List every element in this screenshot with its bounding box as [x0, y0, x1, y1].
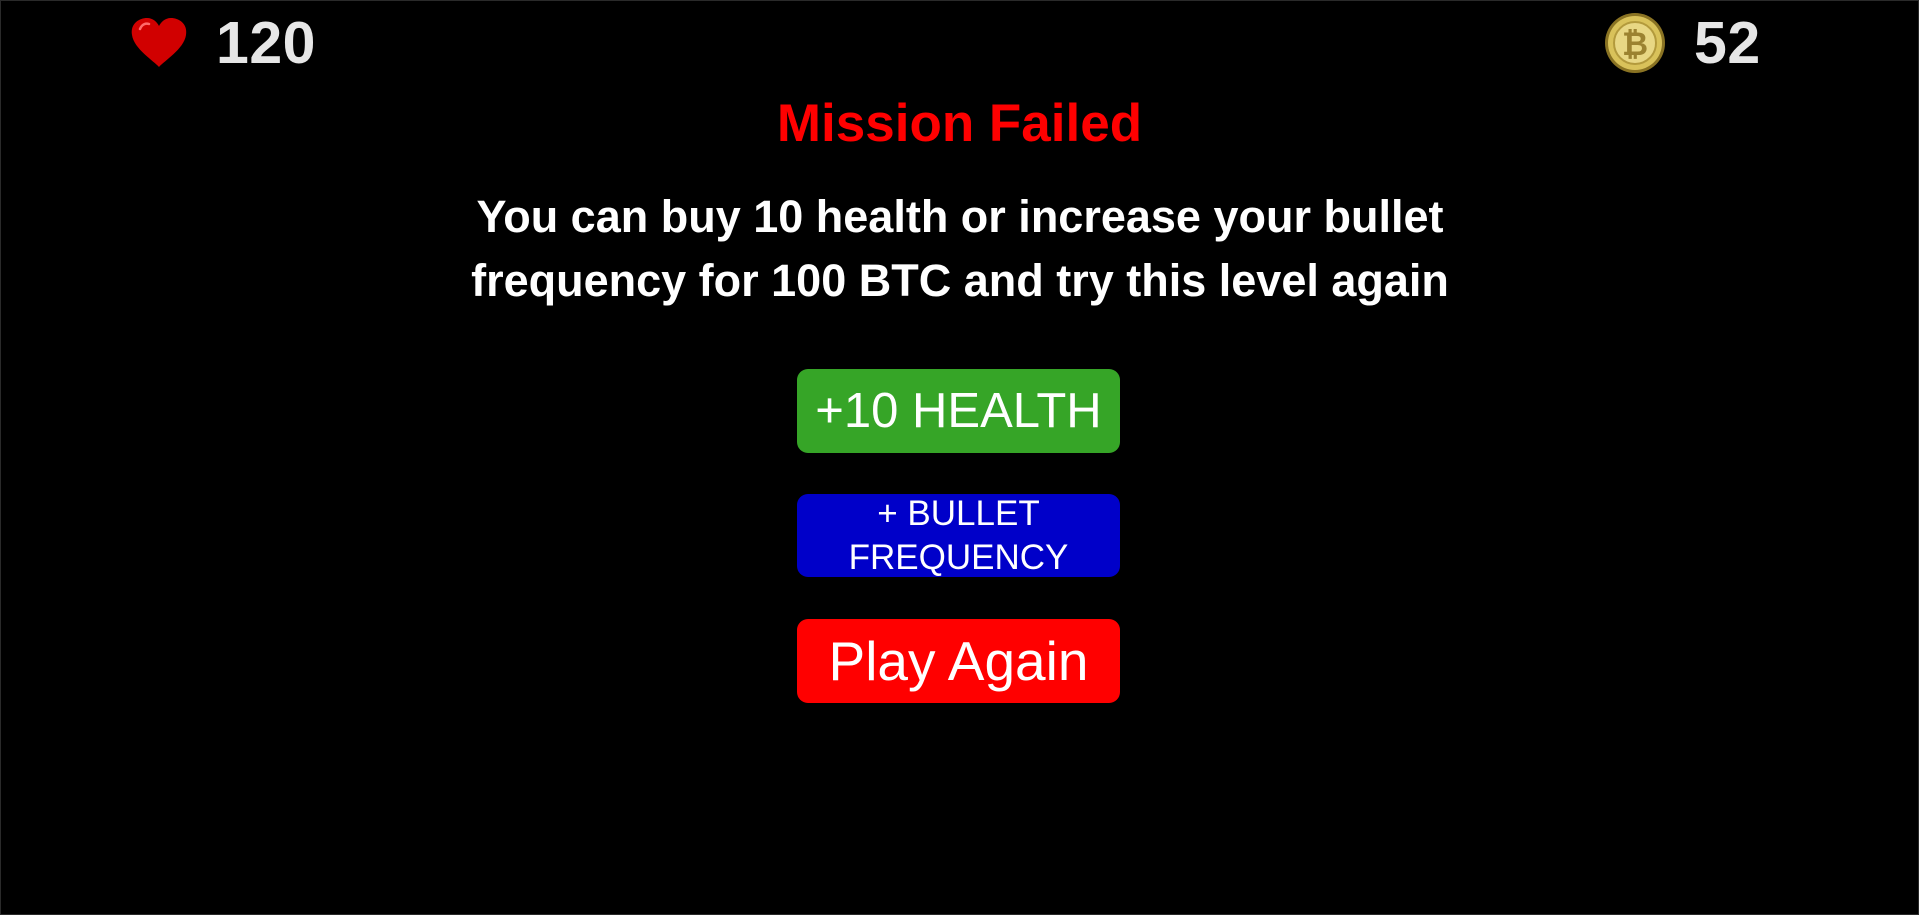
play-again-button[interactable]: Play Again [797, 619, 1120, 703]
coins-display: ₿ 52 [1604, 6, 1761, 80]
svg-text:₿: ₿ [1622, 25, 1648, 63]
buy-bullet-frequency-button[interactable]: + BULLET FREQUENCY [797, 494, 1120, 577]
health-display: 120 [130, 6, 316, 80]
heart-icon [130, 17, 188, 69]
mission-failed-title: Mission Failed [776, 94, 1143, 153]
coins-value: 52 [1694, 9, 1761, 76]
health-value: 120 [216, 9, 316, 76]
game-screen: 120 ₿ 52 Mission Failed You can buy 10 h… [0, 0, 1919, 915]
buy-health-label: +10 HEALTH [815, 384, 1102, 438]
bitcoin-icon: ₿ [1604, 12, 1666, 74]
purchase-message: You can buy 10 health or increase your b… [471, 191, 1449, 306]
play-again-label: Play Again [828, 630, 1089, 692]
buy-health-button[interactable]: +10 HEALTH [797, 369, 1120, 453]
buy-bullet-frequency-label: + BULLET FREQUENCY [848, 493, 1069, 577]
